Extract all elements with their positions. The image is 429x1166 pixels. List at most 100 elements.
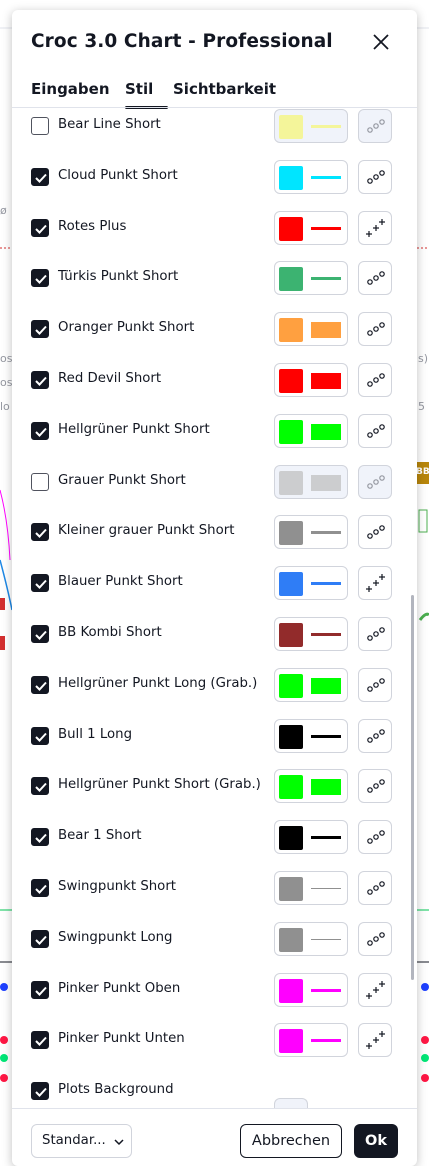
visibility-checkbox[interactable] bbox=[31, 828, 49, 846]
visibility-checkbox[interactable] bbox=[31, 574, 49, 592]
visibility-checkbox[interactable] bbox=[31, 219, 49, 237]
plot-label: Bear Line Short bbox=[58, 117, 161, 132]
checkmark-icon bbox=[35, 630, 47, 640]
plot-label: Hellgrüner Punkt Long (Grab.) bbox=[58, 676, 258, 691]
plot-style-button[interactable] bbox=[358, 261, 392, 295]
style-row: Hellgrüner Punkt Long (Grab.) bbox=[12, 668, 417, 704]
color-swatch bbox=[279, 166, 303, 190]
color-picker-button[interactable] bbox=[274, 363, 348, 397]
style-row: Grauer Punkt Short bbox=[12, 465, 417, 501]
plot-style-button[interactable] bbox=[358, 414, 392, 448]
plot-style-button[interactable] bbox=[358, 973, 392, 1007]
plot-style-button[interactable] bbox=[358, 363, 392, 397]
color-picker-button[interactable] bbox=[274, 515, 348, 549]
scrollbar[interactable] bbox=[411, 595, 414, 980]
plot-style-button[interactable] bbox=[358, 719, 392, 753]
color-picker-button[interactable] bbox=[274, 211, 348, 245]
color-picker-button[interactable] bbox=[274, 1023, 348, 1057]
visibility-checkbox[interactable] bbox=[31, 117, 49, 135]
plot-style-button[interactable] bbox=[358, 820, 392, 854]
line-style-preview bbox=[311, 227, 341, 230]
visibility-checkbox[interactable] bbox=[31, 879, 49, 897]
plot-label: Cloud Punkt Short bbox=[58, 168, 178, 183]
plot-style-button[interactable] bbox=[358, 922, 392, 956]
checkmark-icon bbox=[35, 935, 47, 945]
color-picker-button[interactable] bbox=[274, 820, 348, 854]
plot-style-button[interactable] bbox=[358, 211, 392, 245]
visibility-checkbox[interactable] bbox=[31, 1082, 49, 1100]
checkmark-icon bbox=[35, 579, 47, 589]
style-row: Hellgrüner Punkt Short (Grab.) bbox=[12, 769, 417, 805]
style-row: Kleiner grauer Punkt Short bbox=[12, 515, 417, 551]
checkmark-icon bbox=[35, 173, 47, 183]
close-button[interactable] bbox=[369, 30, 393, 54]
color-picker-button[interactable] bbox=[274, 769, 348, 803]
visibility-checkbox[interactable] bbox=[31, 523, 49, 541]
color-picker-button[interactable] bbox=[274, 973, 348, 1007]
visibility-checkbox[interactable] bbox=[31, 1031, 49, 1049]
color-picker-button[interactable] bbox=[274, 261, 348, 295]
plot-style-button[interactable] bbox=[358, 668, 392, 702]
color-swatch bbox=[279, 979, 303, 1003]
crosses-icon bbox=[366, 219, 385, 237]
checkmark-icon bbox=[35, 884, 47, 894]
visibility-checkbox[interactable] bbox=[31, 168, 49, 186]
plot-label: Swingpunkt Short bbox=[58, 879, 176, 894]
visibility-checkbox[interactable] bbox=[31, 320, 49, 338]
dots-icon bbox=[367, 424, 385, 438]
color-picker-button[interactable] bbox=[274, 160, 348, 194]
visibility-checkbox[interactable] bbox=[31, 727, 49, 745]
ok-button[interactable]: Ok bbox=[354, 1124, 398, 1158]
line-style-preview bbox=[311, 176, 341, 179]
template-select[interactable]: Standar... bbox=[31, 1124, 132, 1158]
plot-style-button[interactable] bbox=[358, 769, 392, 803]
color-picker-button[interactable] bbox=[274, 617, 348, 651]
line-style-preview bbox=[311, 633, 341, 636]
color-picker-button[interactable] bbox=[274, 668, 348, 702]
visibility-checkbox[interactable] bbox=[31, 676, 49, 694]
color-swatch bbox=[279, 826, 303, 850]
bg-fragment: os bbox=[0, 376, 13, 389]
visibility-checkbox[interactable] bbox=[31, 473, 49, 491]
plot-style-button[interactable] bbox=[358, 109, 392, 143]
color-picker-button[interactable] bbox=[274, 109, 348, 143]
color-picker-button[interactable] bbox=[274, 414, 348, 448]
color-swatch bbox=[279, 217, 303, 241]
dots-icon bbox=[367, 932, 385, 946]
cancel-button[interactable]: Abbrechen bbox=[240, 1124, 342, 1158]
tab-stil[interactable]: Stil bbox=[125, 80, 153, 98]
plot-label: BB Kombi Short bbox=[58, 625, 162, 640]
visibility-checkbox[interactable] bbox=[31, 371, 49, 389]
color-picker-button[interactable] bbox=[274, 312, 348, 346]
dialog-title: Croc 3.0 Chart - Professional bbox=[31, 31, 333, 52]
style-settings-list[interactable]: Bear Line Short Cloud Punkt Short Rotes Pl… bbox=[12, 108, 417, 1108]
indicator-settings-dialog: Croc 3.0 Chart - Professional Eingaben S… bbox=[12, 10, 417, 1166]
color-picker-button[interactable] bbox=[274, 566, 348, 600]
checkmark-icon bbox=[35, 782, 47, 792]
visibility-checkbox[interactable] bbox=[31, 422, 49, 440]
line-style-preview bbox=[311, 989, 341, 992]
visibility-checkbox[interactable] bbox=[31, 777, 49, 795]
color-swatch bbox=[279, 115, 303, 139]
plot-style-button[interactable] bbox=[358, 160, 392, 194]
bg-fragment: ø bbox=[0, 204, 7, 217]
tab-eingaben[interactable]: Eingaben bbox=[31, 80, 110, 98]
plot-style-button[interactable] bbox=[358, 566, 392, 600]
plot-style-button[interactable] bbox=[358, 312, 392, 346]
style-row: Bull 1 Long bbox=[12, 719, 417, 755]
color-picker-button[interactable] bbox=[274, 465, 348, 499]
color-picker-button[interactable] bbox=[274, 871, 348, 905]
plot-style-button[interactable] bbox=[358, 515, 392, 549]
plot-style-button[interactable] bbox=[358, 465, 392, 499]
tab-sichtbarkeit[interactable]: Sichtbarkeit bbox=[173, 80, 276, 98]
plot-style-button[interactable] bbox=[358, 871, 392, 905]
color-picker-button[interactable] bbox=[274, 719, 348, 753]
dots-icon bbox=[367, 322, 385, 336]
plot-style-button[interactable] bbox=[358, 1023, 392, 1057]
plot-style-button[interactable] bbox=[358, 617, 392, 651]
visibility-checkbox[interactable] bbox=[31, 930, 49, 948]
visibility-checkbox[interactable] bbox=[31, 625, 49, 643]
visibility-checkbox[interactable] bbox=[31, 269, 49, 287]
visibility-checkbox[interactable] bbox=[31, 981, 49, 999]
color-picker-button[interactable] bbox=[274, 922, 348, 956]
